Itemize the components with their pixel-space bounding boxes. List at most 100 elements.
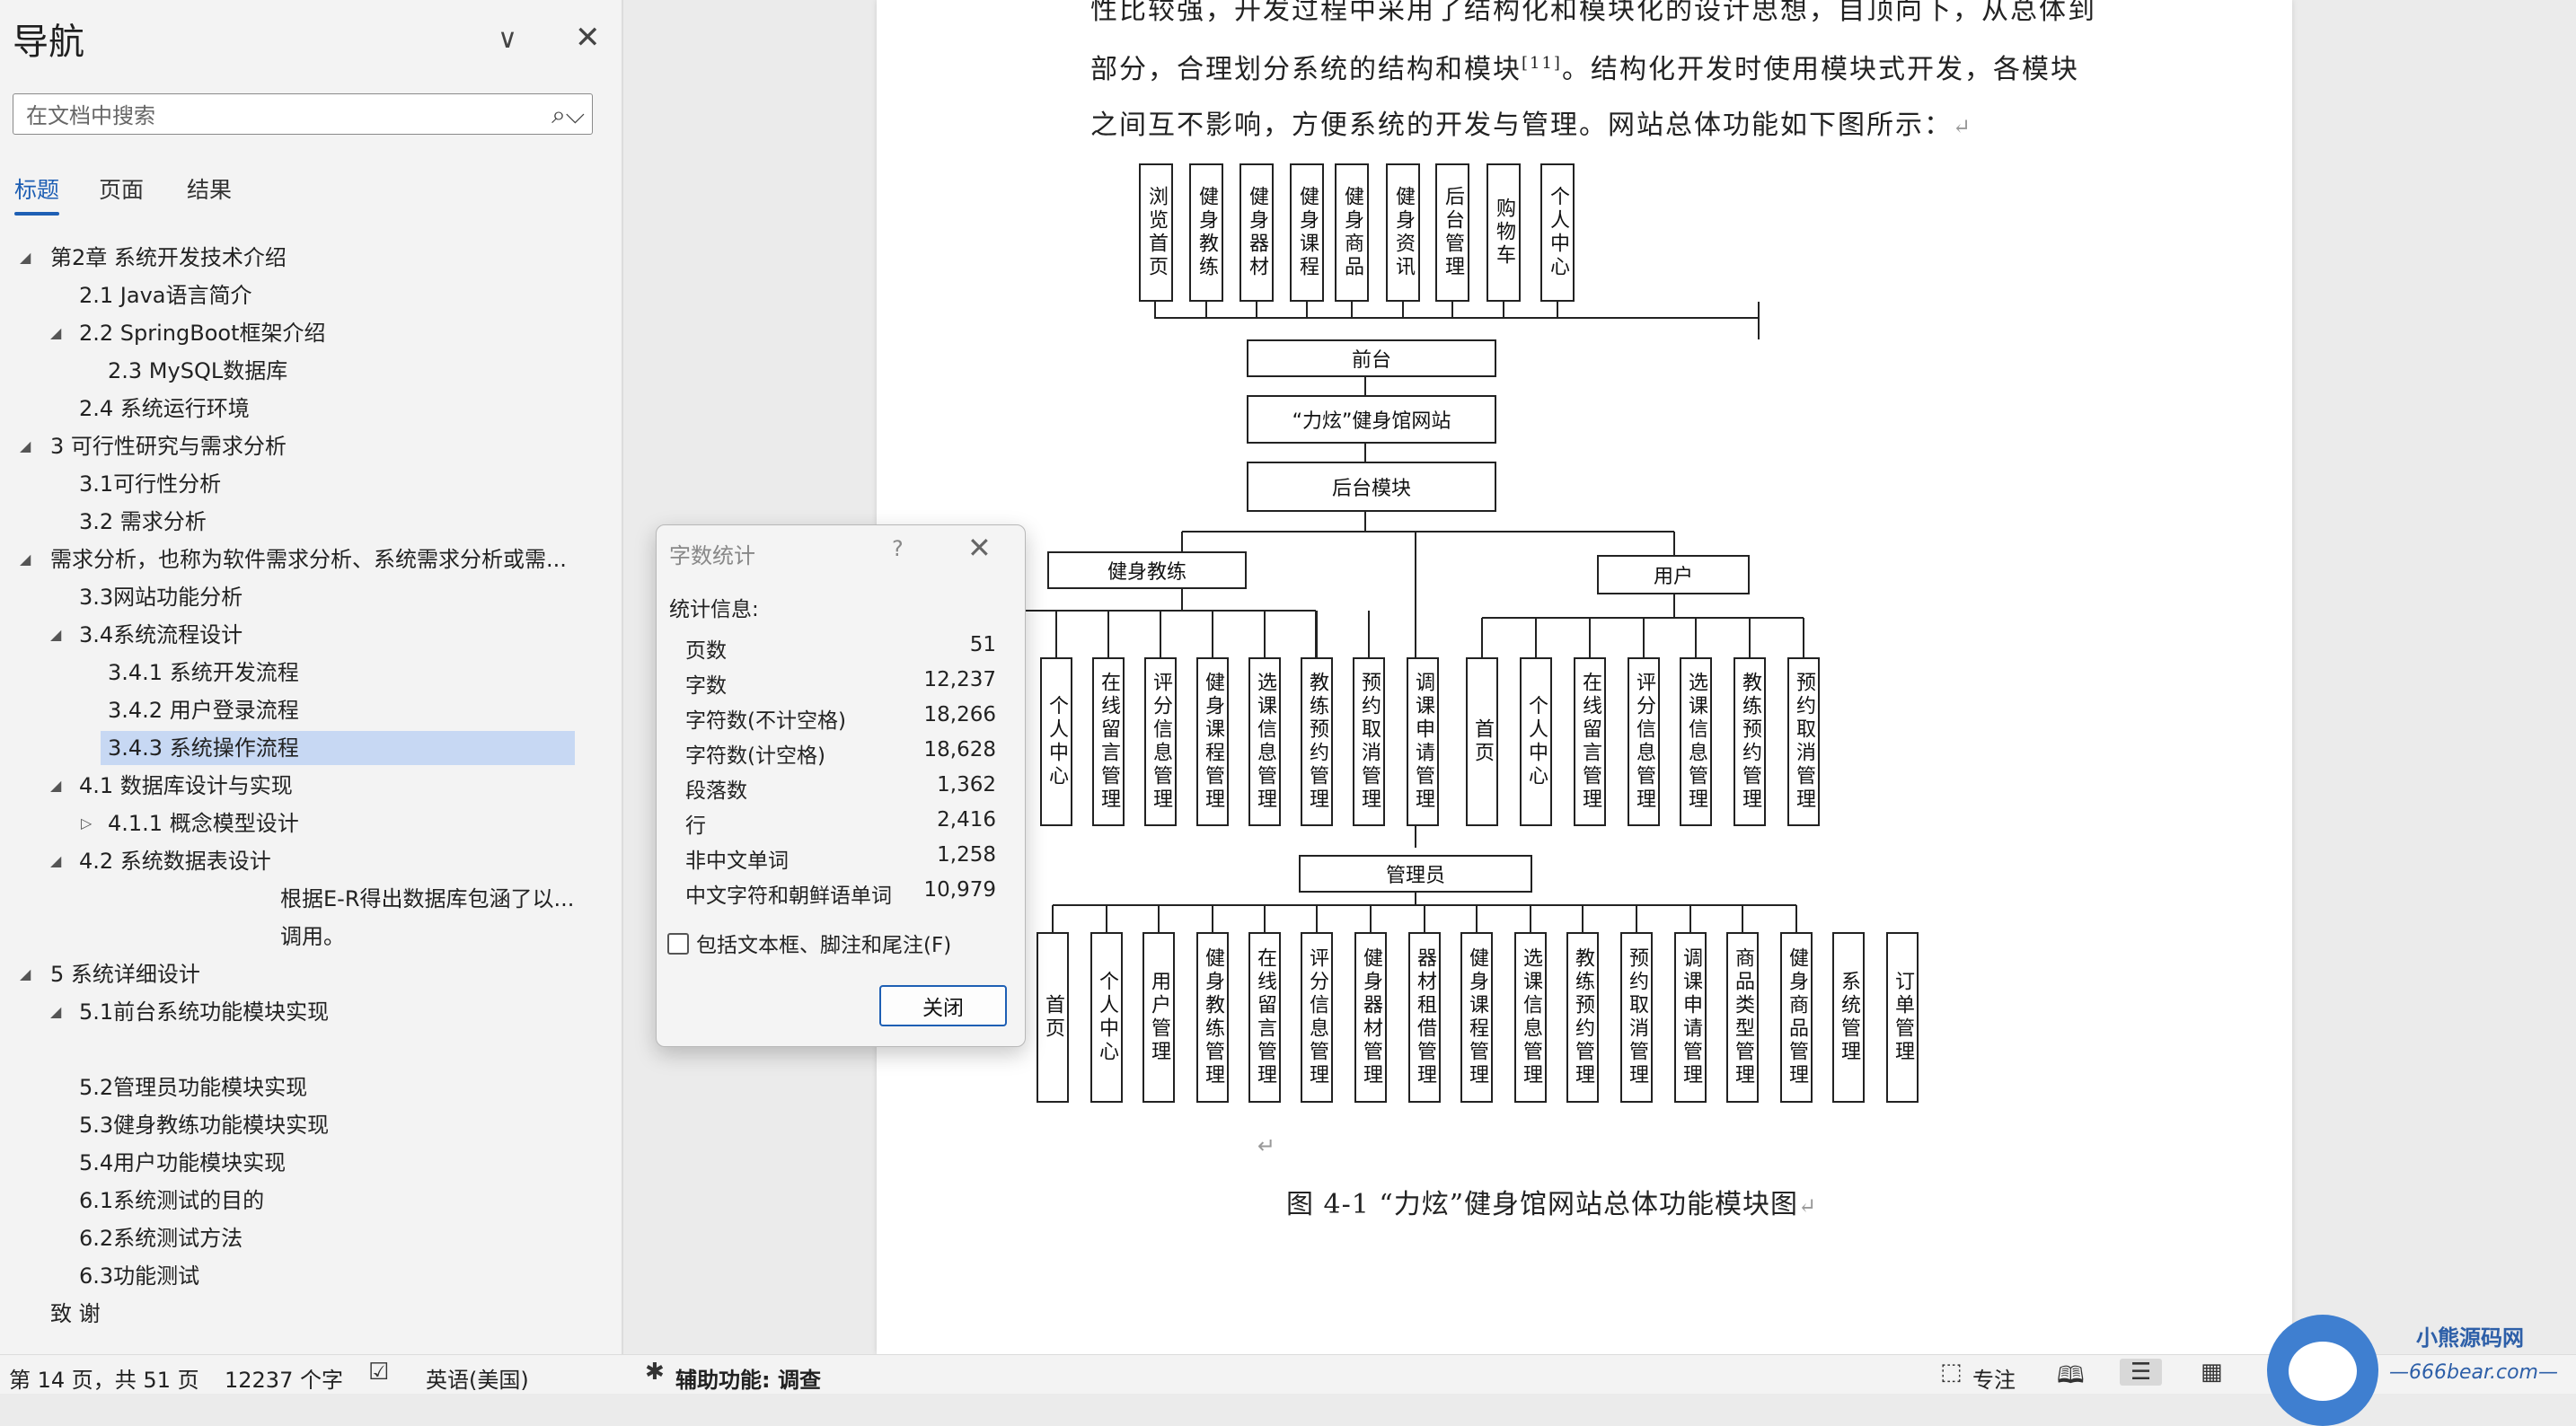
chevron-down-icon[interactable]: ∨ (498, 23, 517, 55)
expand-caret-icon[interactable]: ◢ (20, 542, 31, 577)
expand-caret-icon[interactable]: ◢ (20, 429, 31, 463)
figure-caption: 图 4-1 “力炫”健身馆网站总体功能模块图↵ (1286, 1189, 1818, 1220)
diagram-box-admin: 管理员 (1299, 855, 1532, 893)
watermark-url: —666bear.com— (2389, 1361, 2558, 1384)
diagram-box-coach-item: 教练预约管理 (1301, 657, 1333, 826)
diagram-box-admin-item: 调课申请管理 (1674, 932, 1707, 1103)
document-page[interactable]: 性比较强，开发过程中采用了结构化和模块化的设计思想，自顶向下，从总体到 部分，合… (877, 0, 2292, 1354)
stat-row: 段落数 1,362 (685, 773, 996, 803)
diagram-box-coach-item: 健身课程管理 (1196, 657, 1229, 826)
diagram-box-admin-item: 商品类型管理 (1726, 932, 1759, 1103)
expand-caret-icon[interactable]: ◢ (50, 995, 61, 1029)
heading-item[interactable]: 5.2管理员功能模块实现 (0, 1070, 571, 1105)
status-bar: 第 14 页，共 51 页 12237 个字 ☑ 英语(美国) ✱ 辅助功能: … (0, 1354, 2576, 1394)
stat-row: 非中文单词 1,258 (685, 843, 996, 873)
expand-caret-icon[interactable]: ◢ (50, 769, 61, 803)
heading-item[interactable]: 2.3 MySQL数据库 (0, 354, 571, 388)
heading-item[interactable]: ◢ 3 可行性研究与需求分析 (0, 429, 571, 463)
diagram-box-admin-item: 选课信息管理 (1514, 932, 1547, 1103)
help-button[interactable]: ? (892, 536, 904, 561)
diagram-box-admin-item: 个人中心 (1090, 932, 1123, 1103)
diagram-box-coach-item: 选课信息管理 (1248, 657, 1281, 826)
heading-item[interactable]: 根据E-R得出数据库包涵了以... (0, 882, 574, 916)
search-input[interactable] (24, 101, 549, 130)
heading-item-selected[interactable]: 3.4.3 系统操作流程 (101, 731, 575, 765)
heading-item[interactable]: 3.3网站功能分析 (0, 580, 571, 614)
heading-item[interactable]: ◢ 2.2 SpringBoot框架介绍 (0, 316, 571, 350)
accessibility-indicator[interactable]: 辅助功能: 调查 (675, 1362, 821, 1394)
diagram-box-frontend: 健身教练 (1189, 163, 1223, 302)
expand-caret-icon[interactable]: ◢ (50, 618, 61, 652)
heading-item[interactable]: 6.2系统测试方法 (0, 1221, 571, 1255)
heading-item[interactable]: 调用。 (0, 920, 571, 954)
diagram-box-user: 用户 (1597, 555, 1750, 594)
expand-caret-icon[interactable]: ◢ (20, 241, 31, 275)
diagram-box-frontend-root: 前台 (1247, 339, 1496, 377)
heading-item[interactable]: 3.2 需求分析 (0, 505, 571, 539)
focus-icon[interactable]: ⬚ (1940, 1359, 1963, 1386)
close-icon[interactable]: ✕ (967, 531, 992, 565)
print-layout-icon[interactable]: ☰ (2120, 1359, 2163, 1386)
expand-caret-icon[interactable]: ◢ (50, 316, 61, 350)
heading-item[interactable]: 6.1系统测试的目的 (0, 1184, 571, 1218)
heading-item[interactable]: ◢ 第2章 系统开发技术介绍 (0, 241, 571, 275)
heading-item[interactable]: 2.4 系统运行环境 (0, 392, 571, 426)
collapsed-caret-icon[interactable]: ▷ (81, 806, 92, 841)
diagram-box-admin-item: 健身课程管理 (1460, 932, 1493, 1103)
heading-item[interactable]: 3.4.2 用户登录流程 (0, 693, 571, 727)
checkbox-box[interactable] (667, 933, 689, 955)
tab-results[interactable]: 结果 (187, 172, 232, 205)
stat-row: 页数 51 (685, 633, 996, 663)
search-icon[interactable]: ⌕⌵ (551, 100, 585, 130)
diagram-box-admin-item: 健身商品管理 (1780, 932, 1813, 1103)
diagram-box-frontend: 后台管理 (1435, 163, 1469, 302)
page-indicator[interactable]: 第 14 页，共 51 页 (9, 1362, 199, 1394)
proofing-icon[interactable]: ☑ (368, 1359, 389, 1386)
heading-item[interactable]: ◢ 3.4系统流程设计 (0, 618, 571, 652)
stat-row: 行 2,416 (685, 808, 996, 838)
tab-pages[interactable]: 页面 (99, 172, 144, 205)
stat-row: 中文字符和朝鲜语单词 10,979 (685, 878, 996, 908)
heading-item[interactable]: 5.3健身教练功能模块实现 (0, 1108, 571, 1142)
focus-button[interactable]: 专注 (1972, 1362, 2016, 1394)
diagram-box-frontend: 健身课程 (1290, 163, 1324, 302)
diagram-box-admin-item: 评分信息管理 (1301, 932, 1333, 1103)
diagram-box-admin-item: 首页 (1037, 932, 1069, 1103)
heading-item[interactable]: ◢ 5.1前台系统功能模块实现 (0, 995, 571, 1029)
diagram-box-admin-item: 器材租借管理 (1408, 932, 1441, 1103)
heading-item[interactable]: ◢ 4.2 系统数据表设计 (0, 844, 571, 878)
heading-item[interactable]: 致 谢 (0, 1297, 571, 1331)
web-layout-icon[interactable]: ▦ (2201, 1359, 2223, 1386)
accessibility-icon[interactable]: ✱ (645, 1359, 665, 1386)
read-mode-icon[interactable]: 🕮 (2057, 1359, 2085, 1398)
heading-item[interactable]: 3.4.1 系统开发流程 (0, 656, 571, 690)
paragraph-mark: ↵ (1257, 1133, 1276, 1158)
heading-item[interactable]: 5.4用户功能模块实现 (0, 1146, 571, 1180)
word-count-indicator[interactable]: 12237 个字 (225, 1362, 343, 1394)
expand-caret-icon[interactable]: ◢ (20, 957, 31, 991)
heading-item[interactable]: ◢ 5 系统详细设计 (0, 957, 571, 991)
heading-item[interactable]: 3.1可行性分析 (0, 467, 571, 501)
expand-caret-icon[interactable]: ◢ (50, 844, 61, 878)
diagram-box-frontend: 购物车 (1486, 163, 1521, 302)
nav-title: 导航 (13, 22, 84, 63)
tab-headings[interactable]: 标题 (14, 172, 60, 216)
include-textboxes-checkbox[interactable]: 包括文本框、脚注和尾注(F) (667, 928, 951, 958)
heading-item[interactable]: ▷ 4.1.1 概念模型设计 (0, 806, 571, 841)
language-indicator[interactable]: 英语(美国) (426, 1362, 529, 1394)
diagram-box-coach-item: 个人中心 (1040, 657, 1072, 826)
close-button[interactable]: 关闭 (879, 985, 1007, 1026)
diagram-box-coach: 健身教练 (1047, 551, 1247, 589)
stat-row: 字符数(计空格) 18,628 (685, 738, 996, 768)
diagram-box-admin-item: 订单管理 (1886, 932, 1919, 1103)
word-count-dialog: 字数统计 ? ✕ 统计信息: 页数 51 字数 12,237 字符数(不计空格) 18… (656, 524, 1026, 1047)
close-icon[interactable]: ✕ (575, 20, 601, 56)
diagram-box-user-item: 预约取消管理 (1787, 657, 1820, 826)
heading-item[interactable]: ◢ 4.1 数据库设计与实现 (0, 769, 571, 803)
heading-item[interactable]: ◢ 需求分析，也称为软件需求分析、系统需求分析或需... (0, 542, 571, 577)
search-box[interactable]: ⌕⌵ (13, 93, 593, 135)
heading-item[interactable]: 6.3功能测试 (0, 1259, 571, 1293)
heading-item[interactable]: 2.1 Java语言简介 (0, 278, 571, 312)
diagram-box-backend: 后台模块 (1247, 462, 1496, 512)
bear-face (2289, 1342, 2357, 1401)
